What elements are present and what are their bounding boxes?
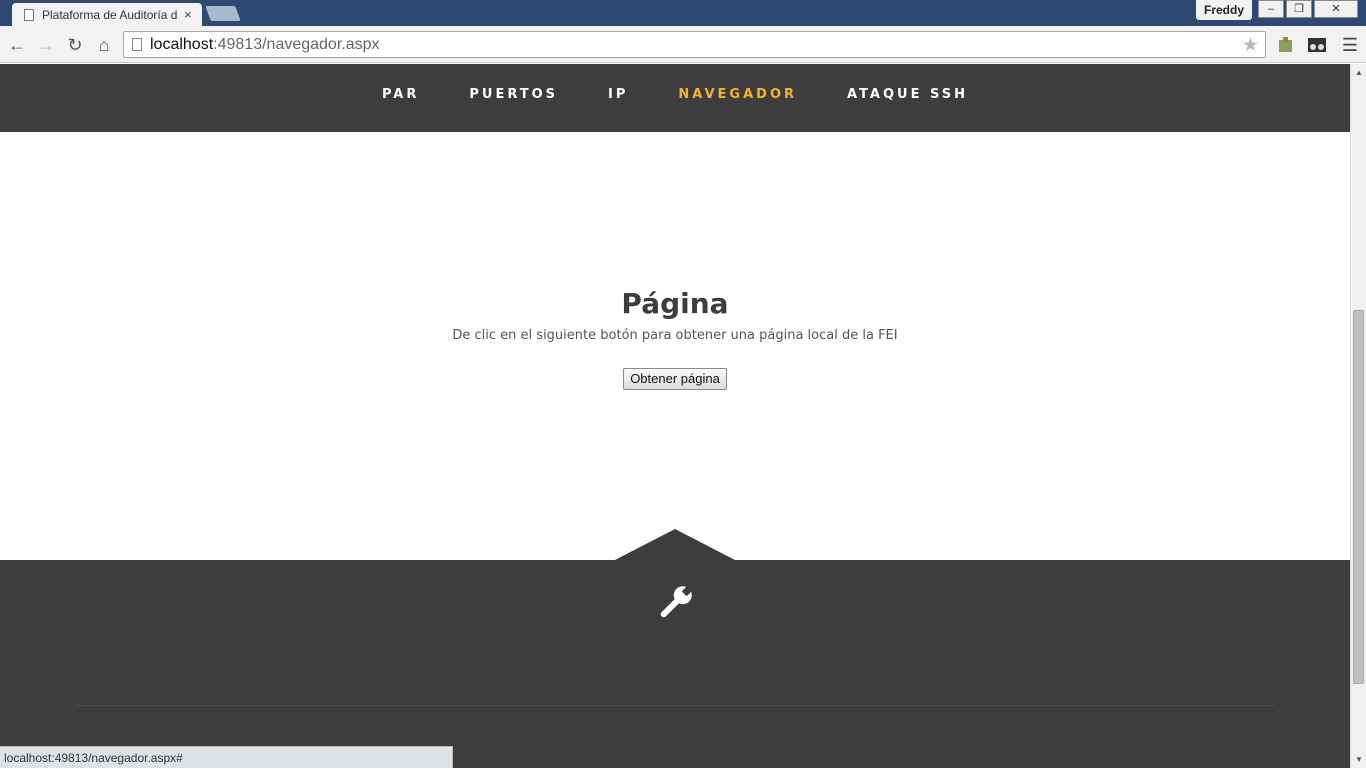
nav-item-par[interactable]: PAR <box>382 87 419 102</box>
close-window-button[interactable]: ✕ <box>1314 0 1358 18</box>
forward-button[interactable]: → <box>35 34 57 56</box>
url-path: :49813/navegador.aspx <box>213 35 380 53</box>
nav-item-puertos[interactable]: PUERTOS <box>469 87 558 102</box>
restore-button[interactable]: ❐ <box>1286 0 1312 18</box>
home-button[interactable]: ⌂ <box>93 34 115 56</box>
footer-divider <box>75 705 1275 706</box>
page-description: De clic en el siguiente botón para obten… <box>452 328 898 343</box>
page-viewport: PAR PUERTOS IP NAVEGADOR ATAQUE SSH Pági… <box>0 64 1350 768</box>
scroll-up-arrow-icon[interactable]: ▲ <box>1355 68 1363 77</box>
get-page-button[interactable]: Obtener página <box>623 368 727 390</box>
back-button[interactable]: ← <box>6 34 28 56</box>
nav-item-navegador[interactable]: NAVEGADOR <box>678 87 797 102</box>
menu-icon[interactable]: ☰ <box>1339 34 1361 56</box>
page-title: Página <box>621 287 729 320</box>
browser-toolbar: ← → ↻ ⌂ localhost:49813/navegador.aspx ★… <box>0 26 1366 63</box>
scrollbar-thumb[interactable] <box>1353 310 1364 684</box>
minimize-button[interactable]: – <box>1258 0 1284 18</box>
nav-item-ip[interactable]: IP <box>608 87 628 102</box>
footer-peak <box>615 529 735 560</box>
footer <box>0 529 1350 768</box>
extension-puzzle-icon[interactable] <box>1276 35 1296 55</box>
url-host: localhost <box>150 35 214 53</box>
page-icon <box>132 38 142 51</box>
scroll-down-arrow-icon[interactable]: ▼ <box>1355 755 1363 764</box>
wrench-icon <box>660 584 694 618</box>
bookmark-star-icon[interactable]: ★ <box>1242 34 1259 57</box>
tab-title: Plataforma de Auditoría d <box>42 7 178 22</box>
document-icon <box>24 8 34 21</box>
nav-item-ataque-ssh[interactable]: ATAQUE SSH <box>847 87 968 102</box>
content-section: Página De clic en el siguiente botón par… <box>0 132 1350 560</box>
main-nav: PAR PUERTOS IP NAVEGADOR ATAQUE SSH <box>0 64 1350 132</box>
browser-titlebar: Plataforma de Auditoría d × Freddy – ❐ ✕ <box>0 0 1366 26</box>
profile-button[interactable]: Freddy <box>1195 0 1252 20</box>
new-tab-button[interactable] <box>205 6 241 21</box>
tab-close-icon[interactable]: × <box>184 7 192 22</box>
status-bar: localhost:49813/navegador.aspx# <box>0 746 453 768</box>
extension-glasses-icon[interactable] <box>1307 35 1327 55</box>
window-controls: – ❐ ✕ <box>1256 0 1358 18</box>
vertical-scrollbar[interactable]: ▲ ▼ <box>1350 64 1366 768</box>
reload-button[interactable]: ↻ <box>64 34 86 56</box>
address-bar[interactable]: localhost:49813/navegador.aspx ★ <box>123 31 1266 58</box>
browser-tab[interactable]: Plataforma de Auditoría d × <box>12 3 202 26</box>
